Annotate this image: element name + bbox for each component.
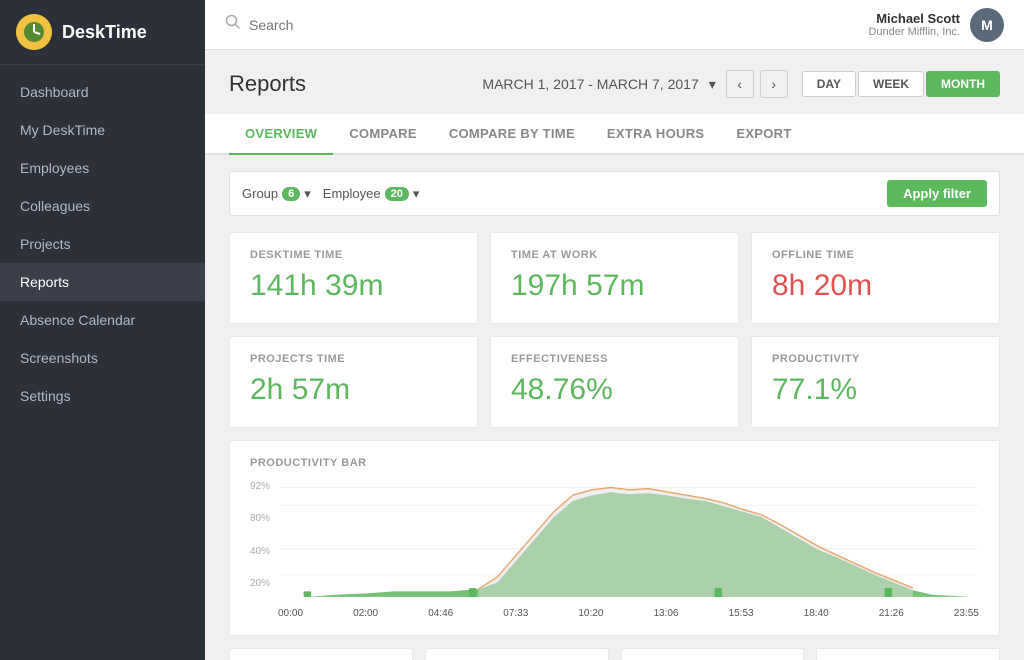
search-input[interactable] (249, 17, 449, 33)
group-filter-chevron: ▾ (304, 186, 311, 202)
stat-time-at-work-label: TIME AT WORK (511, 249, 718, 261)
reports-header: Reports MARCH 1, 2017 - MARCH 7, 2017 ▾ … (229, 70, 1000, 98)
y-label-20: 20% (250, 578, 280, 589)
user-company: Dunder Mifflin, Inc. (868, 26, 960, 38)
x-label-0000: 00:00 (278, 608, 303, 619)
main-content: Michael Scott Dunder Mifflin, Inc. M Rep… (205, 0, 1024, 660)
chart-x-labels: 00:00 02:00 04:46 07:33 10:20 13:06 15:5… (250, 608, 979, 619)
x-label-2126: 21:26 (879, 608, 904, 619)
bottom-card-most-effective: MOST EFFECTIVE Darryl Philbin (621, 648, 805, 660)
sidebar-item-screenshots[interactable]: Screenshots (0, 339, 205, 377)
tab-compare-by-time[interactable]: COMPARE BY TIME (433, 114, 591, 155)
user-area: Michael Scott Dunder Mifflin, Inc. M (868, 8, 1004, 42)
stat-effectiveness-value: 48.76% (511, 373, 718, 407)
stat-offline-time-label: OFFLINE TIME (772, 249, 979, 261)
stat-productivity-label: PRODUCTIVITY (772, 353, 979, 365)
view-month-button[interactable]: MONTH (926, 71, 1000, 97)
group-filter-badge: 6 (282, 187, 300, 201)
bottom-card-total-desktime: TOTAL DESKTIME TIME Meredith Palmer (816, 648, 1000, 660)
stat-projects-time: PROJECTS TIME 2h 57m (229, 336, 478, 428)
sidebar-item-absence-calendar[interactable]: Absence Calendar (0, 301, 205, 339)
stat-projects-time-label: PROJECTS TIME (250, 353, 457, 365)
tabs: OVERVIEW COMPARE COMPARE BY TIME EXTRA H… (205, 114, 1024, 155)
date-dropdown-button[interactable]: ▾ (705, 74, 720, 95)
bottom-row: MOST PRODUCTIVE Darryl Philbin MOST UNPR… (229, 648, 1000, 660)
group-filter-label: Group (242, 186, 278, 201)
view-buttons: DAY WEEK MONTH (802, 71, 1000, 97)
sidebar-item-reports[interactable]: Reports (0, 263, 205, 301)
sidebar-item-settings[interactable]: Settings (0, 377, 205, 415)
employee-filter-button[interactable]: Employee 20 ▾ (323, 186, 420, 202)
bottom-card-most-unproductive: MOST UNPRODUCTIVE Meredith Palmer (425, 648, 609, 660)
x-label-0200: 02:00 (353, 608, 378, 619)
stat-desktime-time-value: 141h 39m (250, 269, 457, 303)
content-area: Reports MARCH 1, 2017 - MARCH 7, 2017 ▾ … (205, 50, 1024, 660)
stat-productivity-value: 77.1% (772, 373, 979, 407)
tab-export[interactable]: EXPORT (720, 114, 807, 155)
nav-list: Dashboard My DeskTime Employees Colleagu… (0, 65, 205, 660)
employee-filter-badge: 20 (385, 187, 409, 201)
avatar[interactable]: M (970, 8, 1004, 42)
sidebar: DeskTime Dashboard My DeskTime Employees… (0, 0, 205, 660)
view-day-button[interactable]: DAY (802, 71, 856, 97)
tab-compare[interactable]: COMPARE (333, 114, 433, 155)
sidebar-item-projects[interactable]: Projects (0, 225, 205, 263)
search-icon (225, 14, 241, 35)
stat-offline-time: OFFLINE TIME 8h 20m (751, 232, 1000, 324)
stat-productivity: PRODUCTIVITY 77.1% (751, 336, 1000, 428)
date-range-wrap: MARCH 1, 2017 - MARCH 7, 2017 ▾ ‹ › DAY … (482, 70, 1000, 98)
logo-text: DeskTime (62, 22, 147, 43)
x-label-0446: 04:46 (428, 608, 453, 619)
prev-period-button[interactable]: ‹ (726, 70, 754, 98)
bottom-card-most-productive: MOST PRODUCTIVE Darryl Philbin (229, 648, 413, 660)
page-title: Reports (229, 71, 306, 97)
tab-overview[interactable]: OVERVIEW (229, 114, 333, 155)
sidebar-item-dashboard[interactable]: Dashboard (0, 73, 205, 111)
y-label-92: 92% (250, 481, 280, 492)
stat-effectiveness-label: EFFECTIVENESS (511, 353, 718, 365)
x-label-0733: 07:33 (503, 608, 528, 619)
filter-bar: Group 6 ▾ Employee 20 ▾ Apply filter (229, 171, 1000, 216)
sidebar-item-colleagues[interactable]: Colleagues (0, 187, 205, 225)
chart-card: PRODUCTIVITY BAR 92% 80% 40% 20% (229, 440, 1000, 636)
logo-icon (16, 14, 52, 50)
date-range-label: MARCH 1, 2017 - MARCH 7, 2017 (482, 76, 698, 92)
next-period-button[interactable]: › (760, 70, 788, 98)
stat-desktime-time-label: DESKTIME TIME (250, 249, 457, 261)
chart-area: 92% 80% 40% 20% (250, 479, 979, 619)
stat-offline-time-value: 8h 20m (772, 269, 979, 303)
chart-title: PRODUCTIVITY BAR (250, 457, 979, 469)
stat-projects-time-value: 2h 57m (250, 373, 457, 407)
group-filter-button[interactable]: Group 6 ▾ (242, 186, 311, 202)
x-label-1840: 18:40 (804, 608, 829, 619)
logo-area: DeskTime (0, 0, 205, 65)
stat-time-at-work: TIME AT WORK 197h 57m (490, 232, 739, 324)
view-week-button[interactable]: WEEK (858, 71, 924, 97)
stat-effectiveness: EFFECTIVENESS 48.76% (490, 336, 739, 428)
apply-filter-button[interactable]: Apply filter (887, 180, 987, 207)
y-label-80: 80% (250, 513, 280, 524)
x-label-1020: 10:20 (578, 608, 603, 619)
productivity-chart (280, 479, 979, 599)
employee-filter-label: Employee (323, 186, 381, 201)
tab-extra-hours[interactable]: EXTRA HOURS (591, 114, 720, 155)
topbar: Michael Scott Dunder Mifflin, Inc. M (205, 0, 1024, 50)
sidebar-item-my-desktime[interactable]: My DeskTime (0, 111, 205, 149)
stat-desktime-time: DESKTIME TIME 141h 39m (229, 232, 478, 324)
x-label-2355: 23:55 (954, 608, 979, 619)
x-label-1306: 13:06 (653, 608, 678, 619)
sidebar-item-employees[interactable]: Employees (0, 149, 205, 187)
user-info: Michael Scott Dunder Mifflin, Inc. (868, 11, 960, 38)
x-label-1553: 15:53 (729, 608, 754, 619)
stats-row-2: PROJECTS TIME 2h 57m EFFECTIVENESS 48.76… (229, 336, 1000, 428)
user-name: Michael Scott (868, 11, 960, 26)
stats-row-1: DESKTIME TIME 141h 39m TIME AT WORK 197h… (229, 232, 1000, 324)
employee-filter-chevron: ▾ (413, 186, 420, 202)
y-label-40: 40% (250, 546, 280, 557)
stat-time-at-work-value: 197h 57m (511, 269, 718, 303)
